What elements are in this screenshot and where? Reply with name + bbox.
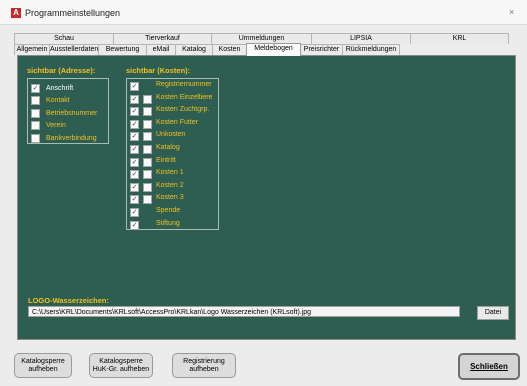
checkbox[interactable] — [31, 108, 40, 118]
registrierung-aufheben-button[interactable]: Registrierung aufheben — [172, 353, 236, 378]
title-bar: A Programmeinstellungen × — [0, 0, 527, 25]
cost-option-label: Spende — [156, 207, 181, 214]
cost-option-checkbox[interactable] — [143, 157, 152, 167]
cost-option-label: Registriernummer — [156, 81, 212, 88]
cost-visible-checkbox[interactable]: ✓ — [130, 157, 139, 167]
cost-visible-checkbox[interactable]: ✓ — [130, 94, 139, 104]
cost-option-label: Kosten Einzeltiere — [156, 93, 213, 101]
close-icon[interactable]: × — [509, 7, 514, 17]
tab-krl[interactable]: KRL — [410, 33, 509, 44]
costs-header: sichtbar (Kosten): — [126, 66, 191, 75]
cost-option-checkbox[interactable] — [143, 107, 152, 117]
tab-meldebogen[interactable]: Meldebogen — [246, 43, 301, 56]
cost-option-label: Kosten Zuchtgrp. — [156, 106, 210, 114]
address-group: ✓ Anschrift Kontakt Betriebsnummer Verein Ban… — [27, 78, 109, 144]
cost-option-label: Kosten 1 — [156, 169, 184, 177]
cost-option-checkbox[interactable] — [143, 182, 152, 192]
cost-option-checkbox[interactable] — [143, 145, 152, 154]
costs-group: ✓ Registriernummer ✓ Kosten Einzeltiere ✓ Kos… — [126, 78, 219, 230]
address-option[interactable]: ✓ Anschrift — [31, 83, 73, 93]
cost-option-checkbox[interactable] — [143, 170, 152, 180]
cost-option-label: Kosten 3 — [156, 194, 184, 202]
cost-option-label: Eintritt — [156, 156, 176, 164]
cost-visible-checkbox[interactable]: ✓ — [130, 107, 139, 117]
cost-option-label: Katalog — [156, 144, 180, 151]
address-option[interactable]: Verein — [31, 121, 66, 131]
tab-katalog[interactable]: Katalog — [175, 44, 213, 55]
logo-path-field[interactable]: C:\Users\KRL\Documents\KRLsoft\AccessPro… — [28, 306, 460, 317]
cost-visible-checkbox[interactable]: ✓ — [130, 195, 139, 205]
cost-visible-checkbox[interactable]: ✓ — [130, 170, 139, 180]
cost-option-checkbox[interactable] — [143, 195, 152, 205]
tab-allgemein[interactable]: Allgemein — [14, 44, 50, 55]
cost-option-label: Kosten Futter — [156, 118, 199, 126]
cost-visible-checkbox[interactable]: ✓ — [130, 82, 139, 91]
tab-r-ckmeldungen[interactable]: Rückmeldungen — [342, 44, 400, 55]
window-title: Programmeinstellungen — [25, 8, 121, 18]
katalogsperre-aufheben-button[interactable]: Katalogsperre aufheben — [14, 353, 72, 378]
cost-visible-checkbox[interactable]: ✓ — [130, 145, 139, 154]
address-option-label: Verein — [46, 122, 66, 129]
address-option-label: Bankverbindung — [46, 134, 97, 142]
tab-email[interactable]: eMail — [146, 44, 176, 55]
cost-option-label: Unkosten — [156, 131, 186, 139]
cost-option-label: Stiftung — [156, 219, 180, 227]
tab-kosten[interactable]: Kosten — [212, 44, 247, 55]
cost-option-checkbox[interactable] — [143, 94, 152, 104]
datei-button[interactable]: Datei — [477, 306, 509, 320]
schliessen-button[interactable]: Schließen — [458, 353, 520, 380]
checkbox[interactable] — [31, 121, 40, 130]
tab-ausstellerdaten[interactable]: Ausstellerdaten — [49, 44, 99, 55]
app-icon: A — [11, 8, 21, 18]
cost-visible-checkbox[interactable]: ✓ — [130, 119, 139, 129]
cost-visible-checkbox[interactable]: ✓ — [130, 220, 139, 230]
checkbox[interactable]: ✓ — [31, 83, 40, 93]
address-option[interactable]: Kontakt — [31, 96, 70, 106]
checkbox[interactable] — [31, 96, 40, 105]
address-option-label: Anschrift — [46, 84, 74, 92]
katalogsperre-huk-aufheben-button[interactable]: Katalogsperre HuK-Gr. aufheben — [89, 353, 153, 378]
cost-visible-checkbox[interactable]: ✓ — [130, 208, 139, 217]
address-header: sichtbar (Adresse): — [27, 66, 96, 75]
logo-header: LOGO-Wasserzeichen: — [28, 296, 109, 305]
address-option-label: Kontakt — [46, 97, 70, 104]
tab-schau[interactable]: Schau — [14, 33, 114, 44]
tab-row-bottom: Allgemein Ausstellerdaten Bewertung eMail Ka… — [14, 43, 400, 56]
cost-option-label: Kosten 2 — [156, 181, 184, 189]
meldebogen-panel: sichtbar (Adresse): ✓ Anschrift Kontakt Bet… — [17, 55, 516, 340]
address-option-label: Betriebsnummer — [46, 109, 98, 117]
tab-tierverkauf[interactable]: Tierverkauf — [113, 33, 212, 44]
tab-lipsia[interactable]: LIPSIA — [311, 33, 411, 44]
address-option[interactable]: Bankverbindung — [31, 133, 97, 143]
cost-visible-checkbox[interactable]: ✓ — [130, 182, 139, 192]
cost-option-checkbox[interactable] — [143, 119, 152, 129]
tab-preisrichter[interactable]: Preisrichter — [300, 44, 343, 55]
cost-visible-checkbox[interactable]: ✓ — [130, 132, 139, 142]
checkbox[interactable] — [31, 133, 40, 143]
address-option[interactable]: Betriebsnummer — [31, 108, 97, 118]
cost-option-checkbox[interactable] — [143, 132, 152, 142]
tab-bewertung[interactable]: Bewertung — [98, 44, 147, 55]
